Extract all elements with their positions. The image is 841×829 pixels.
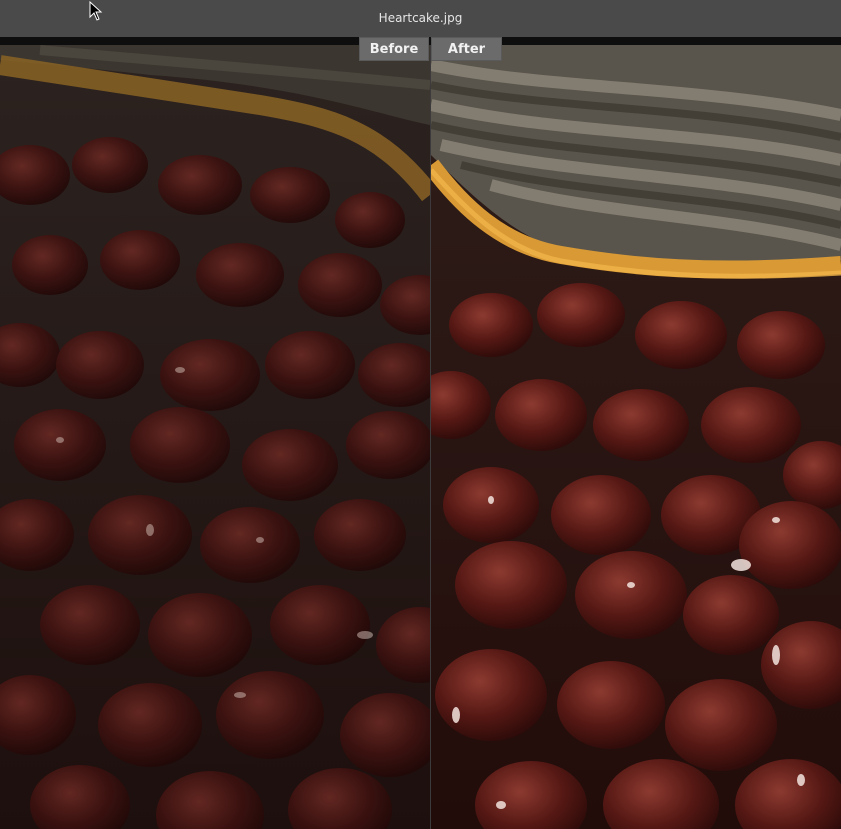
after-tab[interactable]: After: [431, 37, 502, 61]
before-tab[interactable]: Before: [359, 37, 429, 61]
before-photo: [0, 45, 430, 829]
window-title: Heartcake.jpg: [378, 11, 463, 25]
title-bar[interactable]: Heartcake.jpg: [0, 0, 841, 38]
mouse-pointer-icon: [89, 1, 103, 21]
before-image-pane[interactable]: [0, 45, 430, 829]
compare-split-handle[interactable]: [430, 45, 431, 829]
image-compare-viewer[interactable]: [0, 45, 841, 829]
before-after-toggle: Before After: [359, 37, 502, 61]
after-photo: [431, 45, 841, 829]
photo-viewer-window: Heartcake.jpg Before After: [0, 0, 841, 829]
after-image-pane[interactable]: [431, 45, 841, 829]
